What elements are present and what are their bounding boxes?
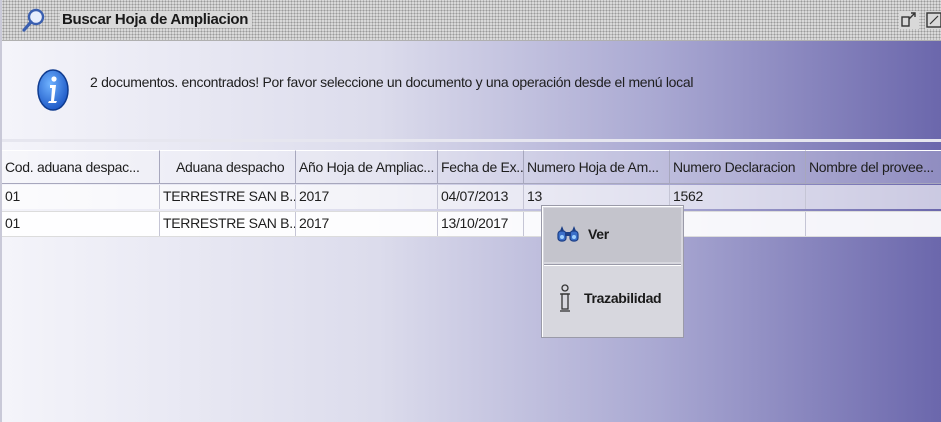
column-header[interactable]: Año Hoja de Ampliac... (296, 150, 438, 184)
info-icon (36, 68, 70, 112)
column-header[interactable]: Nombre del provee... (806, 150, 941, 184)
window-title: Buscar Hoja de Ampliacion (60, 11, 253, 28)
table-cell: 01 (2, 185, 160, 209)
table-header: Cod. aduana despac... Aduana despacho Añ… (2, 150, 941, 184)
table-cell: 2017 (296, 212, 438, 236)
title-bar: Buscar Hoja de Ampliacion (2, 0, 941, 41)
column-header[interactable]: Aduana despacho (160, 150, 296, 184)
maximize-icon[interactable] (925, 11, 941, 29)
menu-item-trazabilidad[interactable]: Trazabilidad (544, 270, 681, 330)
menu-separator (544, 264, 681, 266)
app-window: Buscar Hoja de Ampliacion 2 documentos. … (0, 0, 941, 422)
undock-icon[interactable] (899, 11, 919, 29)
table-cell: 04/07/2013 (438, 185, 524, 209)
table-cell (670, 212, 806, 236)
table-row[interactable]: 01 TERRESTRE SAN B... 2017 04/07/2013 13… (2, 185, 941, 209)
trace-icon (558, 284, 572, 319)
column-header[interactable]: Numero Declaracion (670, 150, 806, 184)
table-row[interactable]: 01 TERRESTRE SAN B... 2017 13/10/2017 (2, 211, 941, 237)
menu-item-label: Ver (588, 226, 609, 242)
column-header[interactable]: Numero Hoja de Am... (524, 150, 670, 184)
table-cell: 13/10/2017 (438, 212, 524, 236)
menu-item-label: Trazabilidad (584, 290, 662, 306)
table-cell: TERRESTRE SAN B... (160, 212, 296, 236)
table-cell: 2017 (296, 185, 438, 209)
message-panel: 2 documentos. encontrados! Por favor sel… (2, 41, 941, 142)
context-menu: Ver Trazabilidad (541, 205, 684, 338)
message-text: 2 documentos. encontrados! Por favor sel… (90, 74, 694, 90)
table-cell (806, 185, 941, 209)
column-header[interactable]: Fecha de Ex... (438, 150, 524, 184)
search-magnifier-icon (22, 8, 46, 32)
menu-item-ver[interactable]: Ver (544, 208, 681, 262)
column-header[interactable]: Cod. aduana despac... (2, 150, 160, 184)
table-cell: 01 (2, 212, 160, 236)
binoculars-icon (556, 225, 580, 248)
table-cell: TERRESTRE SAN B... (160, 185, 296, 209)
table-cell (806, 212, 941, 236)
table-cell: 1562 (670, 185, 806, 209)
